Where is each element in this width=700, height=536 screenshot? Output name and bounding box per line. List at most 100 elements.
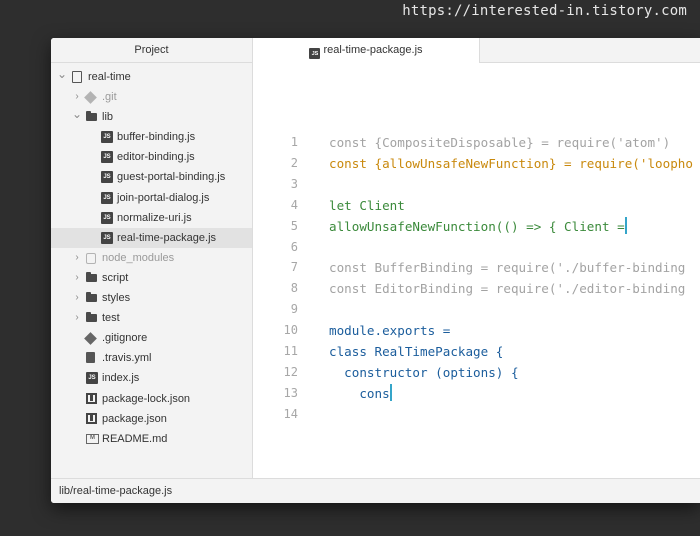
tree-item[interactable]: › script (51, 268, 252, 288)
tree-item[interactable]: JS join-portal-dialog.js (51, 188, 252, 208)
code-token: allowUnsafeNewFunction(() => { Client = (329, 218, 625, 234)
tree-item-label: buffer-binding.js (117, 131, 196, 144)
editor-window: Project ⌄ real-time › .git ⌄ lib JS buffer-bind… (51, 38, 700, 503)
tree-item-label: package.json (102, 412, 167, 425)
chevron-right-icon[interactable]: › (72, 248, 82, 268)
tree-item[interactable]: package-lock.json (51, 389, 252, 409)
code-line[interactable]: 13 cons (253, 383, 700, 404)
code-line[interactable]: 7 const BufferBinding = require('./buffer… (253, 257, 700, 278)
project-sidebar: Project ⌄ real-time › .git ⌄ lib JS buffer-bind… (51, 38, 253, 478)
line-number: 14 (283, 406, 298, 421)
code-line[interactable]: 11 class RealTimePackage { (253, 341, 700, 362)
git-icon (84, 332, 97, 346)
tree-item-label: real-time (88, 71, 131, 83)
chevron-right-icon[interactable]: › (72, 308, 82, 328)
chevron-right-icon[interactable]: › (72, 268, 82, 288)
tree-item[interactable]: JS buffer-binding.js (51, 127, 252, 147)
line-number: 5 (290, 218, 298, 233)
tab-label: real-time-package.js (323, 44, 423, 56)
code-line[interactable]: 12 constructor (options) { (253, 362, 700, 383)
code-text: const BufferBinding = require('./buffer-… (329, 257, 685, 278)
tab-real-time-package[interactable]: JS real-time-package.js (253, 38, 480, 63)
js-file-icon: JS (101, 131, 113, 144)
tree-item[interactable]: › node_modules (51, 248, 252, 268)
folder-icon (86, 271, 97, 282)
code-line[interactable]: 14 (253, 404, 700, 425)
markdown-icon: M (86, 433, 99, 444)
tree-item-label: lib (102, 111, 114, 124)
line-number: 10 (283, 323, 298, 338)
tree-item[interactable]: JS real-time-package.js (51, 227, 252, 248)
line-number: 8 (290, 281, 298, 296)
tree-item-label: script (102, 271, 129, 284)
tree-item[interactable]: JS normalize-uri.js (51, 208, 252, 228)
tree-item[interactable]: ⌄ real-time (51, 67, 252, 87)
code-text: const EditorBinding = require('./editor-… (329, 278, 685, 299)
tree-item-label: guest-portal-binding.js (117, 171, 226, 184)
js-file-icon: JS (86, 372, 98, 385)
tree-item-label: join-portal-dialog.js (117, 191, 210, 204)
code-token: cons (329, 385, 390, 401)
line-number: 2 (290, 155, 298, 170)
tree-item-label: normalize-uri.js (117, 211, 192, 224)
code-line[interactable]: 1 const {CompositeDisposable} = require('… (253, 132, 700, 153)
code-line[interactable]: 3 (253, 174, 700, 195)
tree-item[interactable]: › test (51, 308, 252, 328)
code-token: const BufferBinding = require('./buffer-… (329, 260, 686, 276)
tree-item-label: test (102, 312, 120, 325)
line-number: 11 (283, 344, 298, 358)
line-number: 4 (290, 197, 298, 212)
status-file-path[interactable]: lib/real-time-package.js (59, 485, 172, 497)
code-text: module.exports = (329, 320, 450, 341)
chevron-down-icon[interactable]: ⌄ (57, 64, 67, 84)
line-number: 3 (290, 176, 298, 191)
file-tree: ⌄ real-time › .git ⌄ lib JS buffer-binding.js JS… (51, 63, 252, 449)
tree-item-label: real-time-package.js (117, 231, 217, 244)
tree-item-label: node_modules (102, 251, 175, 264)
line-number: 13 (283, 385, 298, 400)
code-token: constructor (options) { (329, 364, 519, 380)
tree-item[interactable]: package.json (51, 409, 252, 429)
tree-item-label: .git (102, 91, 117, 104)
code-text: allowUnsafeNewFunction(() => { Client = (329, 216, 627, 237)
code-editor[interactable]: 1 const {CompositeDisposable} = require('… (253, 63, 700, 478)
tree-item[interactable]: .travis.yml (51, 348, 252, 368)
code-token: module.exports = (329, 323, 451, 339)
folder-icon (86, 111, 97, 122)
tab-bar: JS real-time-package.js (253, 38, 700, 63)
chevron-down-icon[interactable]: ⌄ (72, 104, 82, 124)
line-number: 9 (290, 302, 298, 317)
node-modules-icon (86, 252, 96, 264)
line-number: 7 (290, 260, 298, 275)
tree-item[interactable]: › styles (51, 288, 252, 308)
code-line[interactable]: 6 (253, 237, 700, 258)
code-line[interactable]: 8 const EditorBinding = require('./editor… (253, 278, 700, 299)
code-text: cons (329, 383, 392, 404)
file-icon (86, 352, 95, 364)
tree-item-label: editor-binding.js (117, 151, 195, 164)
code-line[interactable]: 5 allowUnsafeNewFunction(() => { Client = (253, 216, 700, 237)
status-bar: lib/real-time-package.js (51, 478, 700, 503)
code-line[interactable]: 10 module.exports = (253, 320, 700, 341)
code-line[interactable]: 4 let Client (253, 195, 700, 216)
package-icon (86, 392, 97, 404)
tree-item[interactable]: M README.md (51, 429, 252, 449)
project-panel-title: Project (51, 38, 252, 63)
line-number: 6 (290, 239, 298, 254)
line-number: 1 (290, 135, 298, 149)
js-file-icon: JS (101, 231, 113, 244)
tree-item-label: .travis.yml (102, 352, 152, 365)
code-line[interactable]: 2 const {allowUnsafeNewFunction} = requir… (253, 153, 700, 174)
tree-item[interactable]: .gitignore (51, 328, 252, 348)
code-line[interactable]: 9 (253, 299, 700, 320)
chevron-right-icon[interactable]: › (72, 288, 82, 308)
tree-item[interactable]: JS index.js (51, 368, 252, 388)
js-file-icon: JS (101, 151, 113, 164)
code-text: constructor (options) { (329, 362, 519, 383)
tree-item-label: README.md (102, 432, 168, 445)
tree-item[interactable]: JS guest-portal-binding.js (51, 167, 252, 187)
tree-item[interactable]: JS editor-binding.js (51, 147, 252, 167)
text-cursor (624, 216, 627, 234)
package-icon (86, 412, 97, 424)
tree-item[interactable]: ⌄ lib (51, 107, 252, 127)
